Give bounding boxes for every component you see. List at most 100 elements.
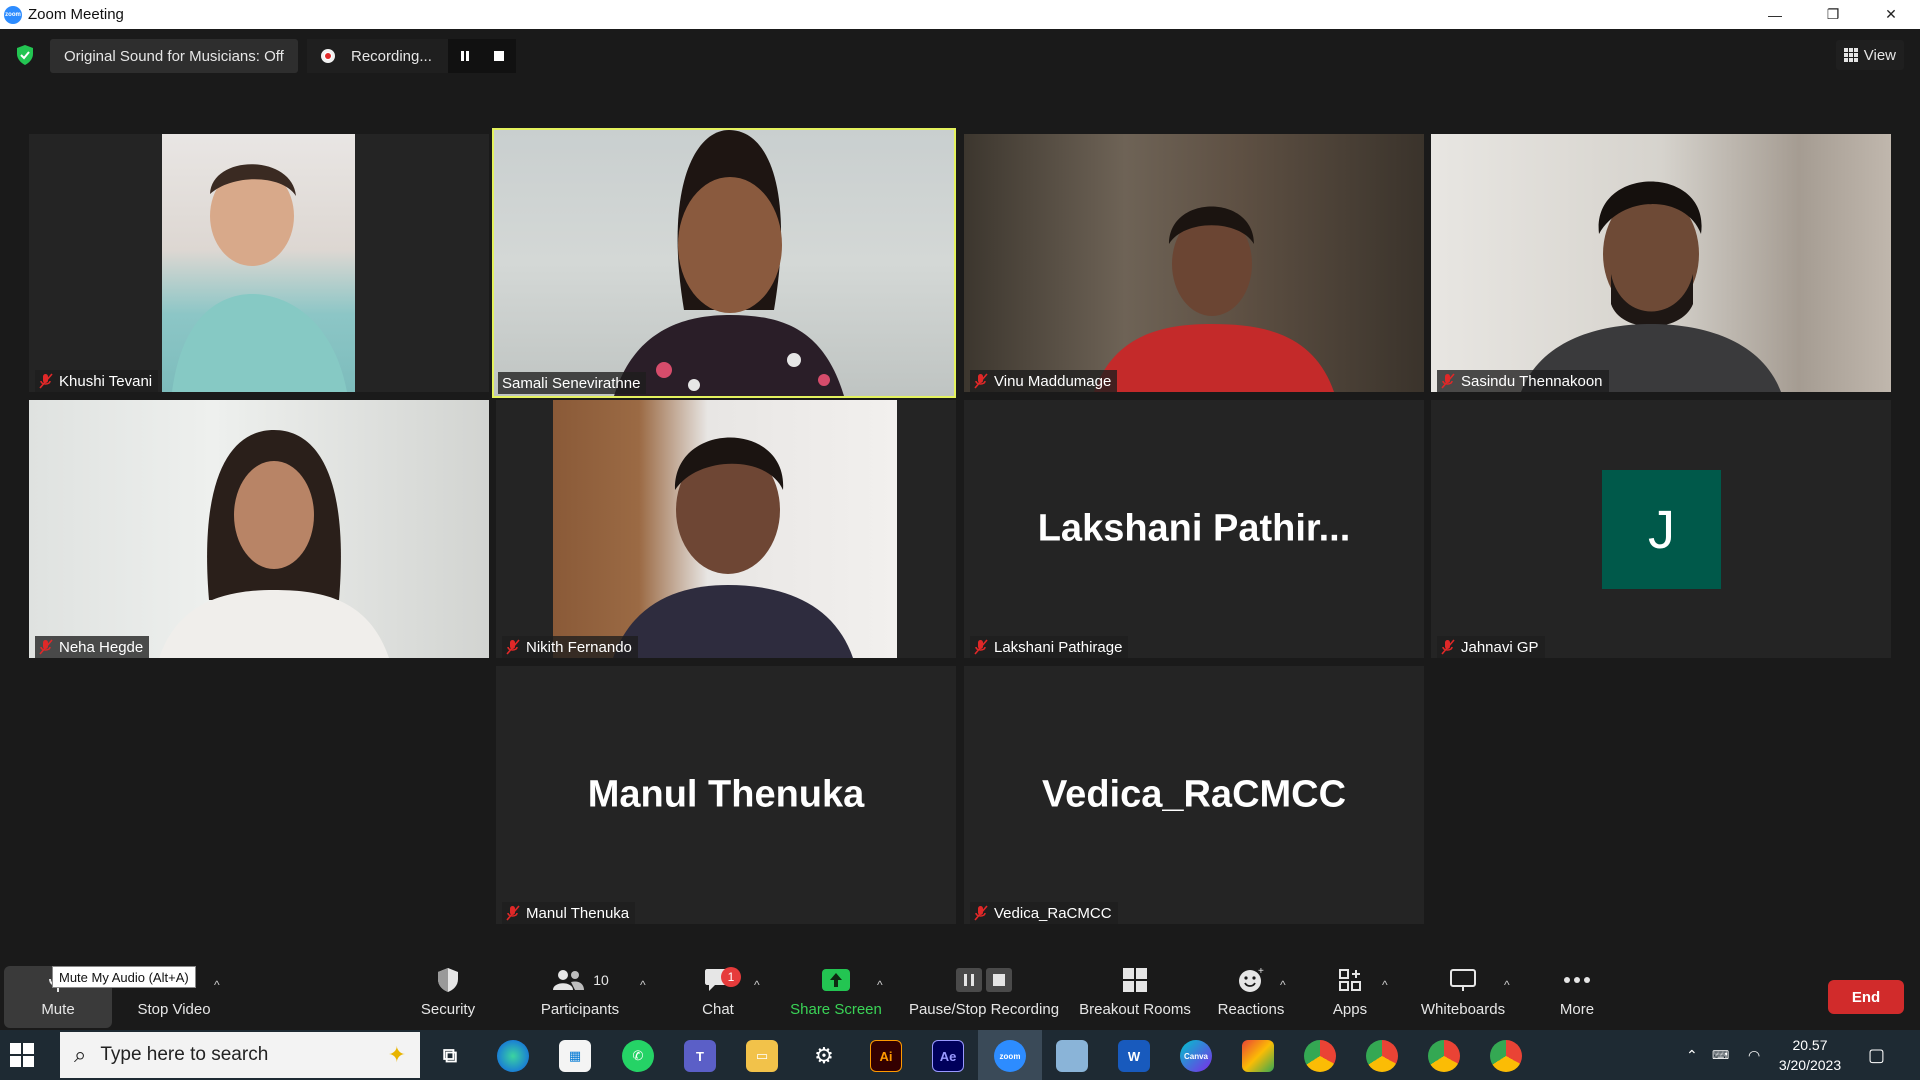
apps-caret-icon[interactable]: ^ [1382, 978, 1388, 992]
end-meeting-button[interactable]: End [1828, 980, 1904, 1014]
whiteboards-button[interactable]: Whiteboards [1410, 958, 1516, 1030]
participant-display-name: Vedica_RaCMCC [1041, 773, 1347, 816]
video-tile-neha[interactable]: Neha Hegde [29, 400, 489, 658]
recording-status: Recording... [307, 39, 448, 73]
mic-muted-icon [506, 639, 520, 655]
chrome-icon[interactable] [1490, 1040, 1522, 1072]
settings-gear-icon[interactable]: ⚙ [808, 1040, 840, 1072]
canva-icon[interactable]: Canva [1180, 1040, 1212, 1072]
notifications-icon[interactable]: ▢ [1868, 1030, 1885, 1080]
participants-label: Participants [540, 1001, 620, 1018]
close-button[interactable]: ✕ [1862, 0, 1920, 29]
participant-display-name: Manul Thenuka [587, 773, 865, 816]
apps-icon [1339, 969, 1361, 991]
encryption-shield-icon[interactable] [16, 45, 34, 65]
chrome-icon[interactable] [1366, 1040, 1398, 1072]
reactions-smiley-icon: + [1239, 966, 1264, 992]
more-button[interactable]: More [1540, 958, 1614, 1030]
mic-muted-icon [506, 905, 520, 921]
keyboard-language-icon[interactable]: ⌨ [1712, 1030, 1729, 1080]
whiteboard-icon [1450, 969, 1476, 991]
meeting-topbar: Original Sound for Musicians: Off Record… [0, 29, 1920, 81]
more-dots-icon [1564, 977, 1590, 983]
video-tile-lakshani[interactable]: Lakshani Pathir... Lakshani Pathirage [964, 400, 1424, 658]
breakout-rooms-button[interactable]: Breakout Rooms [1074, 958, 1196, 1030]
search-icon: ⌕ [74, 1042, 87, 1067]
file-explorer-icon[interactable]: ▭ [746, 1040, 778, 1072]
share-screen-label: Share Screen [790, 1001, 882, 1018]
word-icon[interactable]: W [1118, 1040, 1150, 1072]
participant-video [1431, 134, 1891, 392]
zoom-taskbar-icon[interactable]: zoom [994, 1040, 1026, 1072]
participant-name: Vedica_RaCMCC [994, 904, 1112, 922]
store-icon[interactable]: ▦ [559, 1040, 591, 1072]
wifi-icon[interactable]: ◠ [1748, 1030, 1760, 1080]
chrome-icon[interactable] [1304, 1040, 1336, 1072]
taskbar-search-input[interactable]: ⌕ Type here to search ✦ [60, 1032, 420, 1078]
video-tile-sasindu[interactable]: Sasindu Thennakoon [1431, 134, 1891, 392]
stop-video-label: Stop Video [137, 1001, 211, 1018]
restore-button[interactable]: ❐ [1804, 0, 1862, 29]
office-icon[interactable] [1242, 1040, 1274, 1072]
whatsapp-icon[interactable]: ✆ [622, 1040, 654, 1072]
search-highlight-icon: ✦ [387, 1042, 406, 1067]
chat-button[interactable]: Chat [680, 958, 756, 1030]
share-options-caret-icon[interactable]: ^ [877, 978, 883, 992]
mic-muted-icon [974, 639, 988, 655]
chat-caret-icon[interactable]: ^ [754, 978, 760, 992]
tray-expand-icon[interactable]: ⌃ [1686, 1030, 1698, 1080]
whiteboards-caret-icon[interactable]: ^ [1504, 978, 1510, 992]
pause-stop-recording-button[interactable]: Pause/Stop Recording [904, 958, 1064, 1030]
video-tile-samali[interactable]: Samali Senevirathne [492, 128, 956, 398]
avatar: J [1602, 470, 1721, 589]
participants-button[interactable]: 10 Participants [530, 958, 630, 1030]
participant-name: Nikith Fernando [526, 638, 632, 656]
minimize-button[interactable]: — [1746, 0, 1804, 29]
participant-nameplate: Vedica_RaCMCC [970, 902, 1118, 924]
task-view-icon[interactable]: ⧉ [434, 1040, 466, 1072]
participant-nameplate: Neha Hegde [35, 636, 150, 658]
security-button[interactable]: Security [398, 958, 498, 1030]
video-tile-manul[interactable]: Manul Thenuka Manul Thenuka [496, 666, 956, 924]
chrome-icon[interactable] [1428, 1040, 1460, 1072]
person-silhouette [159, 430, 389, 658]
original-sound-toggle[interactable]: Original Sound for Musicians: Off [50, 39, 298, 73]
person-silhouette [172, 164, 347, 392]
grid-view-icon [1843, 48, 1858, 62]
notes-icon[interactable] [1056, 1040, 1088, 1072]
taskbar-clock[interactable]: 20.57 3/20/2023 [1760, 1035, 1860, 1075]
participant-nameplate: Sasindu Thennakoon [1437, 370, 1609, 392]
stop-icon [986, 968, 1012, 992]
participants-caret-icon[interactable]: ^ [640, 978, 646, 992]
reactions-button[interactable]: + Reactions [1208, 958, 1294, 1030]
video-options-caret-icon[interactable]: ^ [214, 978, 220, 992]
windows-start-icon[interactable] [10, 1043, 34, 1067]
participant-name: Khushi Tevani [59, 372, 153, 390]
stop-recording-button[interactable] [481, 39, 516, 73]
more-label: More [1559, 1001, 1595, 1018]
recording-label: Recording... [351, 47, 432, 65]
participant-name: Vinu Maddumage [994, 372, 1112, 390]
whiteboards-label: Whiteboards [1420, 1001, 1506, 1018]
share-screen-button[interactable]: Share Screen [780, 958, 892, 1030]
video-tile-khushi[interactable]: Khushi Tevani [29, 134, 489, 392]
clock-date: 3/20/2023 [1778, 1057, 1842, 1073]
illustrator-icon[interactable]: Ai [870, 1040, 902, 1072]
view-button[interactable]: View [1835, 40, 1904, 70]
apps-label: Apps [1332, 1001, 1368, 1018]
video-tile-nikith[interactable]: Nikith Fernando [496, 400, 956, 658]
video-tile-vinu[interactable]: Vinu Maddumage [964, 134, 1424, 392]
reactions-caret-icon[interactable]: ^ [1280, 978, 1286, 992]
participant-nameplate: Jahnavi GP [1437, 636, 1545, 658]
recording-dot-icon [321, 49, 335, 63]
participant-name: Jahnavi GP [1461, 638, 1539, 656]
apps-button[interactable]: Apps [1310, 958, 1390, 1030]
after-effects-icon[interactable]: Ae [932, 1040, 964, 1072]
teams-icon[interactable]: T [684, 1040, 716, 1072]
search-placeholder: Type here to search [100, 1044, 269, 1065]
mute-tooltip: Mute My Audio (Alt+A) [52, 966, 196, 988]
video-tile-jahnavi[interactable]: J Jahnavi GP [1431, 400, 1891, 658]
pause-recording-button[interactable] [447, 39, 482, 73]
edge-icon[interactable] [497, 1040, 529, 1072]
video-tile-vedica[interactable]: Vedica_RaCMCC Vedica_RaCMCC [964, 666, 1424, 924]
